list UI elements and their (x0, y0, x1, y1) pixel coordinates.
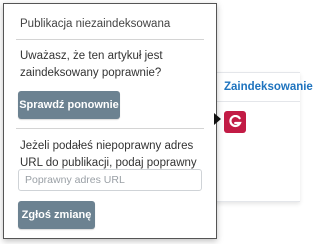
divider (16, 39, 204, 40)
indexing-status-header: Zaindeksowanie (213, 73, 313, 102)
g-logo-icon[interactable] (224, 111, 246, 133)
unindexed-publication-popover: Publikacja niezaindeksowana Uważasz, że … (3, 3, 217, 239)
popover-pointer-arrow (214, 113, 221, 125)
indexing-link[interactable]: Zaindeksowanie (224, 81, 313, 93)
divider (16, 128, 204, 129)
submit-change-button[interactable]: Zgłoś zmianę (18, 201, 95, 229)
popover-title: Publikacja niezaindeksowana (20, 18, 171, 30)
indexing-question: Uważasz, że ten artykuł jest zaindeksowa… (20, 50, 163, 79)
recheck-button[interactable]: Sprawdź ponownie (18, 91, 120, 119)
correct-url-input[interactable] (18, 169, 202, 191)
g-letter-glyph (229, 115, 242, 128)
indexing-status-panel: Zaindeksowanie (213, 72, 313, 202)
